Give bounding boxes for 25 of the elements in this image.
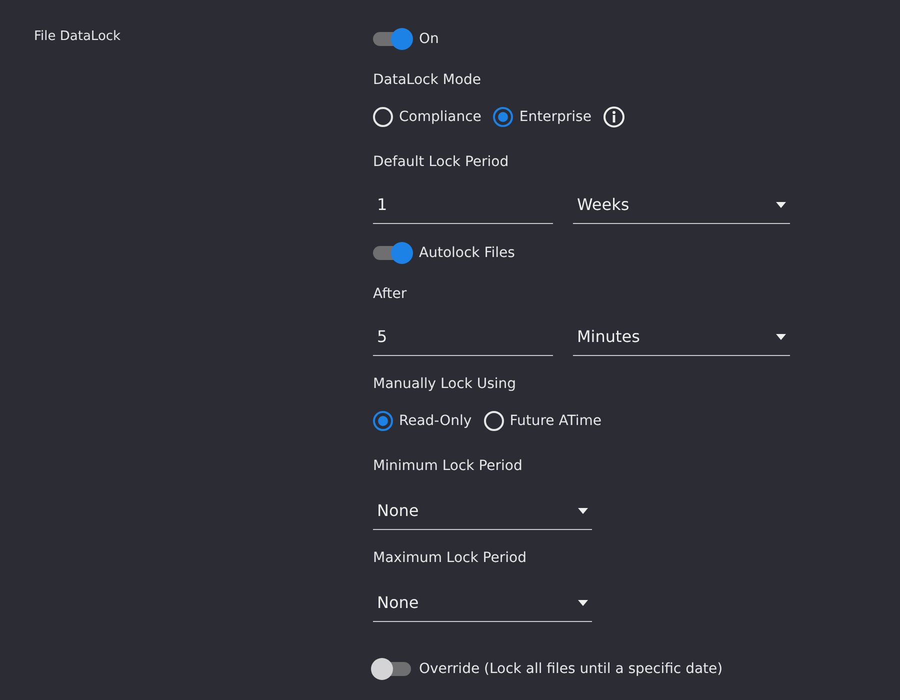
field-label: DataLock Mode: [373, 72, 481, 88]
radio-option[interactable]: Future ATime: [484, 410, 602, 432]
radio-option[interactable]: Enterprise: [493, 106, 592, 128]
dropdown-field[interactable]: None: [373, 492, 592, 530]
radio-option[interactable]: Read-Only: [373, 410, 472, 432]
toggle-switch[interactable]: Override (Lock all files until a specific date): [373, 656, 723, 682]
field-label: Default Lock Period: [373, 154, 509, 170]
field-label: Maximum Lock Period: [373, 550, 526, 566]
dropdown-field[interactable]: Minutes: [573, 318, 790, 356]
dropdown-field[interactable]: Weeks: [573, 186, 790, 224]
field-label: Minimum Lock Period: [373, 458, 522, 474]
toggle-switch[interactable]: On: [373, 26, 439, 52]
radio-option[interactable]: Compliance: [373, 106, 482, 128]
field-label: After: [373, 286, 407, 302]
number-field[interactable]: 5: [373, 318, 553, 356]
section-label: File DataLock: [34, 29, 121, 44]
caret-icon: [776, 202, 786, 208]
field-label: Manually Lock Using: [373, 376, 516, 392]
caret-icon: [578, 600, 588, 606]
caret-icon: [578, 508, 588, 514]
number-field[interactable]: 1: [373, 186, 553, 224]
caret-icon: [776, 334, 786, 340]
toggle-switch[interactable]: Autolock Files: [373, 240, 515, 266]
dropdown-field[interactable]: None: [373, 584, 592, 622]
info-icon[interactable]: [603, 106, 626, 128]
